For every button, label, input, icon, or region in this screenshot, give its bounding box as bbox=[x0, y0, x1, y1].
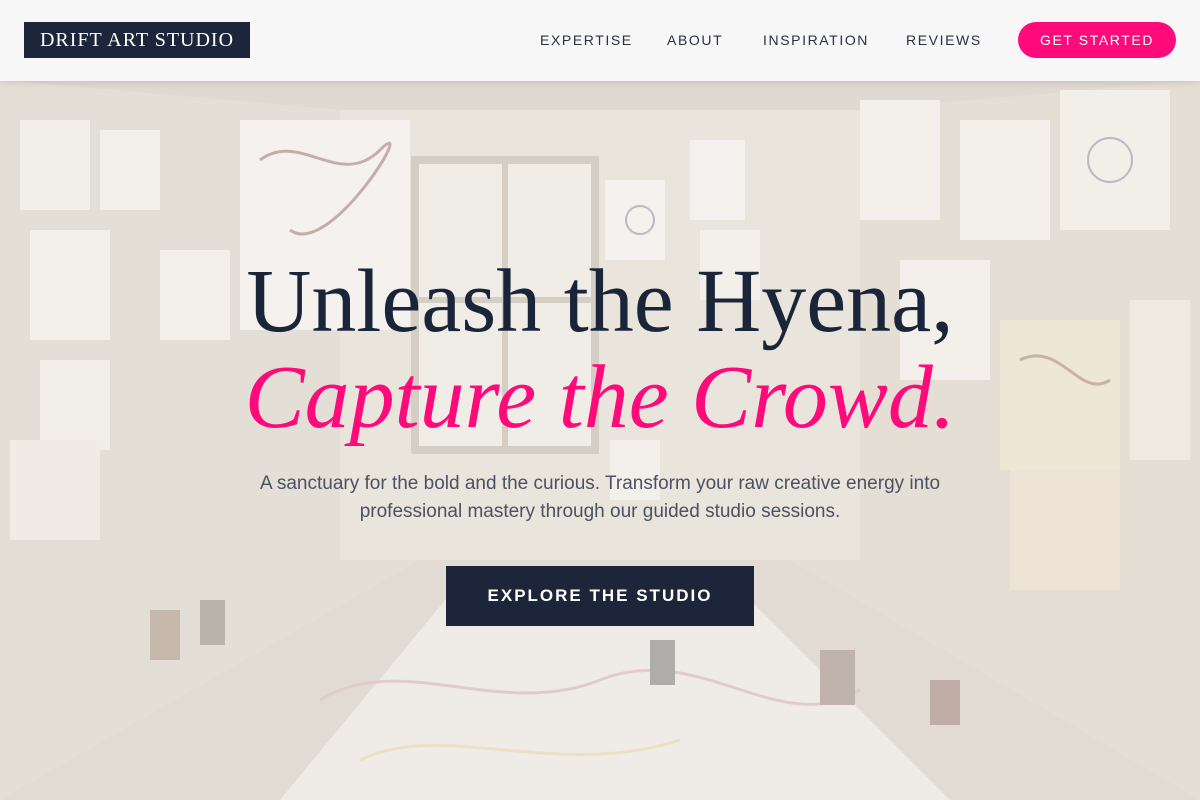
nav-link-about[interactable]: ABOUT bbox=[667, 31, 723, 51]
hero-headline: Unleash the Hyena, bbox=[246, 252, 954, 351]
hero-subtitle: A sanctuary for the bold and the curious… bbox=[259, 473, 941, 522]
top-navigation-bar: DRIFT ART STUDIO EXPERTISE ABOUT INSPIRA… bbox=[0, 0, 1200, 81]
nav-link-expertise[interactable]: EXPERTISE bbox=[540, 31, 633, 51]
explore-studio-button[interactable]: EXPLORE THE STUDIO bbox=[446, 566, 754, 626]
nav-link-reviews[interactable]: REVIEWS bbox=[906, 31, 982, 51]
brand-logo[interactable]: DRIFT ART STUDIO bbox=[24, 22, 250, 58]
hero-headline-accent: Capture the Crowd. bbox=[244, 348, 956, 447]
get-started-button[interactable]: GET STARTED bbox=[1018, 22, 1176, 58]
nav-link-inspiration[interactable]: INSPIRATION bbox=[763, 31, 869, 51]
